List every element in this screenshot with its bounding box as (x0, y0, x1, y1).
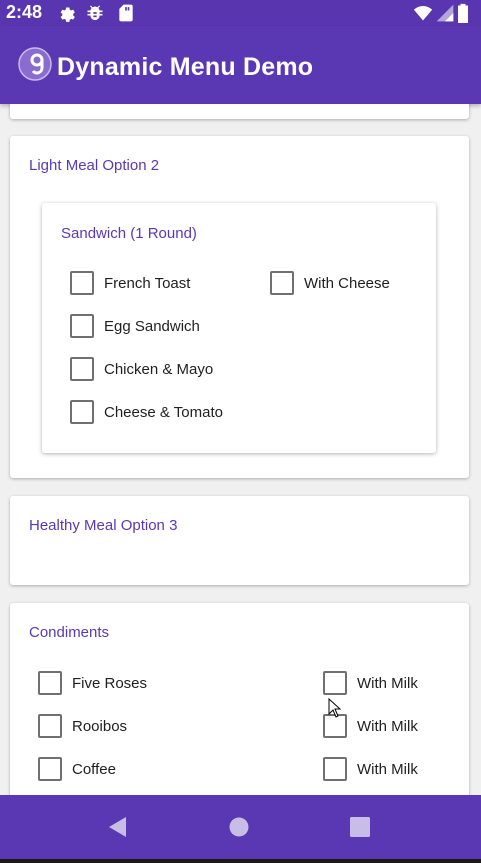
option-label: Chicken & Mayo (104, 361, 214, 378)
option-label: With Milk (357, 675, 418, 692)
option-label: French Toast (104, 275, 191, 292)
recents-icon[interactable] (350, 817, 370, 837)
option-label: With Cheese (304, 275, 390, 292)
checkbox[interactable] (323, 671, 347, 695)
back-icon[interactable] (106, 815, 128, 839)
option-label: Rooibos (72, 718, 128, 735)
mouse-cursor-icon (328, 698, 342, 718)
light-meal-card: Light Meal Option 2 Sandwich (1 Round) F… (10, 136, 469, 478)
condiments-card: Condiments Five Roses With Milk Rooibos … (10, 603, 469, 795)
sd-card-icon (119, 4, 133, 22)
app-bar: Dynamic Menu Demo (0, 26, 481, 104)
option-label: With Milk (357, 718, 418, 735)
checkbox[interactable] (70, 357, 94, 381)
screen-bottom-edge (0, 859, 481, 863)
signal-icon (436, 4, 454, 22)
option-label: Egg Sandwich (104, 318, 200, 335)
menu-scroll-area[interactable]: Light Meal Option 2 Sandwich (1 Round) F… (0, 104, 481, 795)
sandwich-group-title: Sandwich (1 Round) (61, 225, 197, 242)
bug-icon (87, 5, 103, 21)
option-label: Cheese & Tomato (104, 404, 223, 421)
light-meal-title: Light Meal Option 2 (29, 157, 160, 174)
previous-card (10, 104, 469, 119)
navigation-bar (0, 795, 481, 859)
checkbox[interactable] (38, 671, 62, 695)
checkbox[interactable] (270, 271, 294, 295)
gear-icon (60, 7, 75, 22)
app-title: Dynamic Menu Demo (57, 53, 314, 81)
battery-icon (458, 3, 468, 23)
option-label: Five Roses (72, 675, 148, 692)
status-bar: 2:48 (0, 0, 481, 26)
checkbox[interactable] (70, 271, 94, 295)
app-logo-icon (18, 47, 52, 81)
checkbox[interactable] (70, 400, 94, 424)
checkbox[interactable] (38, 714, 62, 738)
option-label: Coffee (72, 761, 116, 778)
status-time: 2:48 (6, 2, 43, 22)
sandwich-group: Sandwich (1 Round) French Toast With Che… (42, 203, 436, 453)
healthy-meal-card: Healthy Meal Option 3 (10, 496, 469, 585)
checkbox[interactable] (70, 314, 94, 338)
checkbox[interactable] (38, 757, 62, 781)
option-label: With Milk (357, 761, 418, 778)
wifi-icon (413, 6, 433, 21)
condiments-title: Condiments (29, 624, 110, 641)
checkbox[interactable] (323, 757, 347, 781)
home-icon[interactable] (229, 817, 249, 837)
healthy-meal-title: Healthy Meal Option 3 (29, 517, 178, 534)
